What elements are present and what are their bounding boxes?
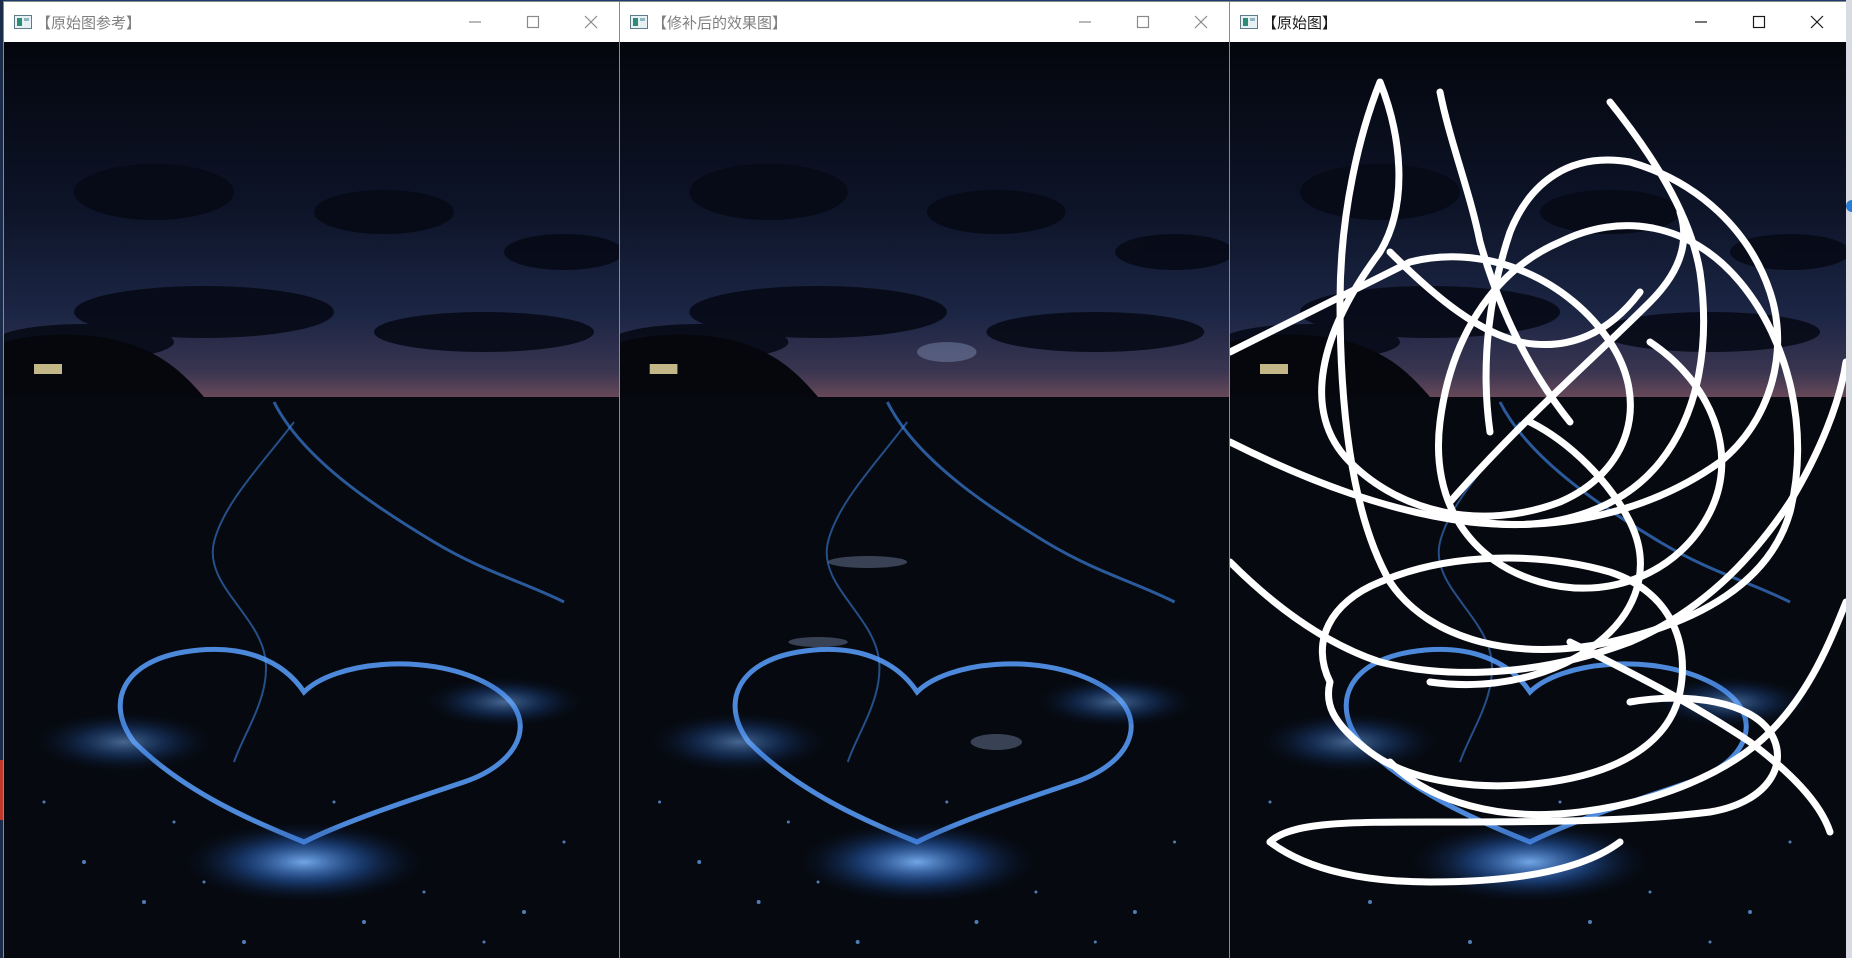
- reference-image: [4, 42, 620, 958]
- close-button[interactable]: [562, 2, 620, 42]
- background-window-indicator: [1846, 200, 1852, 212]
- minimize-icon: [1695, 21, 1707, 23]
- minimize-icon: [469, 21, 481, 23]
- maximize-icon: [526, 15, 540, 29]
- minimize-button[interactable]: [446, 2, 504, 42]
- minimize-icon: [1079, 21, 1091, 23]
- maximize-button[interactable]: [1730, 2, 1788, 42]
- close-icon: [584, 15, 598, 29]
- maximize-button[interactable]: [504, 2, 562, 42]
- maximize-button[interactable]: [1114, 2, 1172, 42]
- app-icon: [1240, 15, 1258, 29]
- close-button[interactable]: [1172, 2, 1230, 42]
- app-icon: [630, 15, 648, 29]
- original-window-titlebar[interactable]: 【原始图】: [1230, 2, 1846, 42]
- repaired-image: [620, 42, 1230, 958]
- reference-window[interactable]: 【原始图参考】: [4, 2, 620, 958]
- close-button[interactable]: [1788, 2, 1846, 42]
- background-window-accent: [0, 760, 3, 820]
- repaired-window[interactable]: 【修补后的效果图】: [620, 2, 1230, 958]
- reference-window-titlebar[interactable]: 【原始图参考】: [4, 2, 620, 42]
- minimize-button[interactable]: [1672, 2, 1730, 42]
- repaired-window-titlebar[interactable]: 【修补后的效果图】: [620, 2, 1230, 42]
- maximize-icon: [1752, 15, 1766, 29]
- minimize-button[interactable]: [1056, 2, 1114, 42]
- maximize-icon: [1136, 15, 1150, 29]
- close-icon: [1194, 15, 1208, 29]
- beach-night-inpainted-image: [620, 42, 1230, 958]
- original-image[interactable]: [1230, 42, 1846, 958]
- window-title: 【原始图】: [1262, 13, 1338, 32]
- beach-night-image: [4, 42, 620, 958]
- beach-night-scribbled-image[interactable]: [1230, 42, 1846, 958]
- close-icon: [1810, 15, 1824, 29]
- window-title: 【原始图参考】: [36, 13, 142, 32]
- background-window-edge-right: [1846, 0, 1852, 958]
- original-window[interactable]: 【原始图】: [1230, 2, 1846, 958]
- desktop: 【原始图参考】 【修补后的效果图】 【原始图】: [0, 0, 1852, 958]
- app-icon: [14, 15, 32, 29]
- window-title: 【修补后的效果图】: [652, 13, 788, 32]
